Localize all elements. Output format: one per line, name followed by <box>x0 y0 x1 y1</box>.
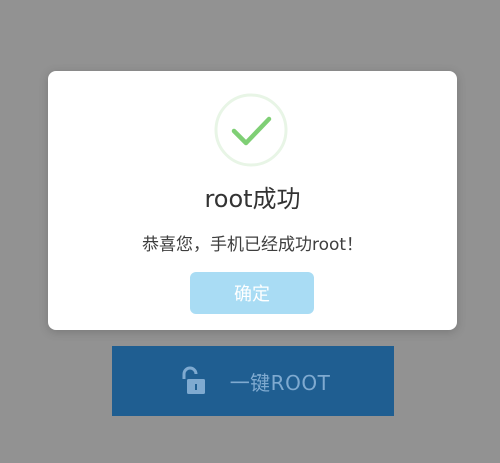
one-click-root-button[interactable]: 一键ROOT <box>112 346 394 416</box>
dialog-title: root成功 <box>204 185 301 213</box>
one-click-root-label: 一键ROOT <box>229 370 331 395</box>
root-success-dialog: root成功 恭喜您，手机已经成功root！ 确定 <box>48 71 457 330</box>
success-check-icon <box>213 92 289 168</box>
unlock-icon <box>176 364 210 398</box>
confirm-button[interactable]: 确定 <box>190 272 314 314</box>
dialog-message: 恭喜您，手机已经成功root！ <box>141 235 364 255</box>
